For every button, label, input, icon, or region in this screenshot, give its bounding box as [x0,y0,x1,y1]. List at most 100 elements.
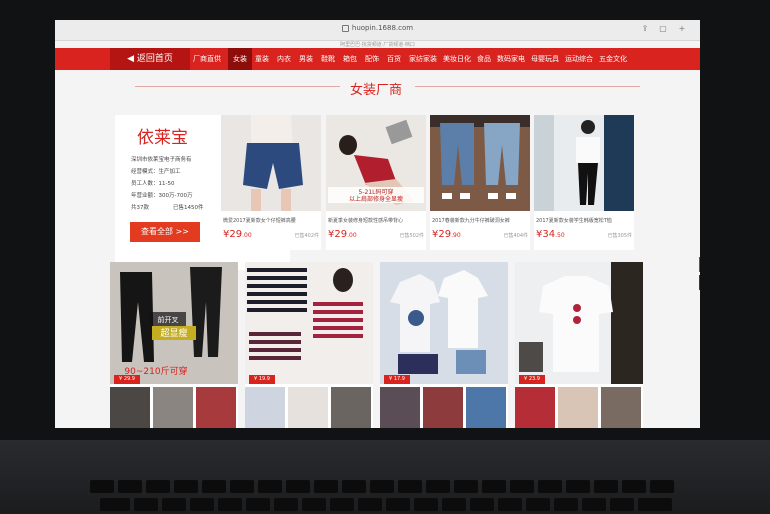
product-card[interactable]: 2017春装新款九分牛仔裤破洞女裤 ¥29.90 已售404件 [430,115,530,250]
promo-tile[interactable]: ¥ 23.9 [515,262,643,428]
keyboard-key [342,480,366,493]
product-image[interactable] [221,115,321,211]
thumbnail-strip [245,387,373,428]
thumbnail[interactable] [558,387,598,428]
product-card[interactable]: 5-21L码可穿 以上肩部修身全显瘦 新夏季女装修身短款性感吊带背心 ¥29.0… [326,115,426,250]
tile-image[interactable] [245,262,373,384]
thumbnail[interactable] [196,387,236,428]
keyboard-key [274,498,298,511]
keyboard-key [566,480,590,493]
promo-tile[interactable]: ¥ 17.9 [380,262,508,428]
keyboard-key [162,498,186,511]
keyboard-key [426,480,450,493]
product-price: ¥34.50 [536,229,565,240]
nav-item-men[interactable]: 男装 [299,48,313,70]
nav-item-food[interactable]: 食品 [477,48,491,70]
keyboard-key [302,498,326,511]
product-sold: 已售305件 [607,233,632,239]
view-all-button[interactable]: 查看全部 >> [130,222,200,242]
nav-item-baby[interactable]: 母婴玩具 [531,48,559,70]
nav-item-general[interactable]: 百货 [387,48,401,70]
share-icon[interactable]: ⇪ [640,24,650,34]
promo-tile[interactable]: 前开叉 超显瘦 90~210斤可穿 ¥ 29.9 [110,262,238,428]
product-sold: 已售502件 [399,233,424,239]
laptop-keyboard [0,440,770,514]
product-image[interactable] [430,115,530,211]
thumbnail[interactable] [515,387,555,428]
brand-name[interactable]: 依莱宝 [137,123,188,148]
section-title: 女装厂商 [350,83,403,98]
keyboard-key [202,480,226,493]
product-title[interactable]: 2017夏新款女装学生韩版宽松T恤 [536,217,632,224]
promo-tile[interactable]: ¥ 19.9 [245,262,373,428]
nav-item-underwear[interactable]: 内衣 [277,48,291,70]
back-home-button[interactable]: ◀ 返回首页 [110,48,190,70]
arrow-left-icon: ◀ [127,54,137,64]
product-card[interactable]: 2017夏新款女装学生韩版宽松T恤 ¥34.50 已售305件 [534,115,634,250]
thumbnail[interactable] [380,387,420,428]
keyboard-key [398,480,422,493]
nav-item-sports[interactable]: 运动综合 [565,48,593,70]
url-text[interactable]: huopin.1688.com [55,24,700,32]
thumbnail[interactable] [423,387,463,428]
nav-item-kids[interactable]: 童装 [255,48,269,70]
keyboard-key [370,480,394,493]
product-image[interactable]: 5-21L码可穿 以上肩部修身全显瘦 [326,115,426,211]
keyboard-key [538,480,562,493]
nav-item-digital[interactable]: 数码家电 [497,48,525,70]
nav-item-home[interactable]: 家纺家装 [409,48,437,70]
product-sold: 已售402件 [294,233,319,239]
product-title[interactable]: 2017春装新款九分牛仔裤破洞女裤 [432,217,528,224]
nav-item-hardware[interactable]: 五金文化 [599,48,627,70]
nav-item-factory[interactable]: 厂商直供 [193,48,221,70]
keyboard-key [482,480,506,493]
thumbnail[interactable] [331,387,371,428]
nav-item-women[interactable]: 女装 [228,48,252,70]
product-card[interactable]: 微爱2017夏新款女个仔短裤高腰 ¥29.00 已售402件 [221,115,321,250]
keyboard-key [358,498,382,511]
overlay-text-1: 5-21L码可穿 [359,188,394,196]
category-navbar: ◀ 返回首页 厂商直供 女装 童装 内衣 男装 鞋靴 箱包 配饰 百货 家纺家装… [55,48,700,70]
jeans-photo [430,115,530,211]
nav-item-shoes[interactable]: 鞋靴 [321,48,335,70]
nav-item-bags[interactable]: 箱包 [343,48,357,70]
clipboard-icon[interactable] [699,275,700,290]
product-title[interactable]: 微爱2017夏新款女个仔短裤高腰 [223,217,319,224]
tile-image[interactable] [380,262,508,384]
back-to-top-icon[interactable] [699,257,700,272]
keyboard-key [134,498,158,511]
overlay-text-2: 以上肩部修身全显瘦 [349,195,403,203]
camisole-photo: 5-21L码可穿 以上肩部修身全显瘦 [326,115,426,211]
shorts-photo [221,115,321,211]
thumbnail[interactable] [466,387,506,428]
keyboard-key [498,498,522,511]
thumbnail[interactable] [288,387,328,428]
tile-image[interactable]: 前开叉 超显瘦 90~210斤可穿 [110,262,238,384]
product-image[interactable] [534,115,634,211]
browser-screen: huopin.1688.com ⇪ ▢ + 阿里巴巴·找货频道·厂货频道·档口 … [55,20,700,428]
keyboard-key [454,480,478,493]
white-tee-photo [515,262,643,384]
tile-overlay-text: 超显瘦 [160,327,187,339]
thumbnail[interactable] [110,387,150,428]
thumbnail[interactable] [153,387,193,428]
nav-item-accessories[interactable]: 配饰 [365,48,379,70]
keyboard-key [146,480,170,493]
tabs-icon[interactable]: ▢ [658,24,668,34]
thumbnail-strip [515,387,643,428]
thumbnail[interactable] [245,387,285,428]
thumbnail[interactable] [601,387,641,428]
product-title[interactable]: 新夏季女装修身短款性感吊带背心 [328,217,424,224]
nav-item-beauty[interactable]: 美妆日化 [443,48,471,70]
tile-image[interactable] [515,262,643,384]
brand-sold: 已售1450件 [173,205,204,211]
tile-side-text: 前开叉 [158,315,179,324]
plus-icon[interactable]: + [677,24,687,34]
keyboard-key [582,498,606,511]
title-divider-right [415,86,640,87]
keyboard-key [286,480,310,493]
keyboard-key [526,498,550,511]
keyboard-key [118,480,142,493]
address-bar[interactable]: huopin.1688.com ⇪ ▢ + [55,20,700,41]
price-tag: ¥ 19.9 [249,375,275,384]
